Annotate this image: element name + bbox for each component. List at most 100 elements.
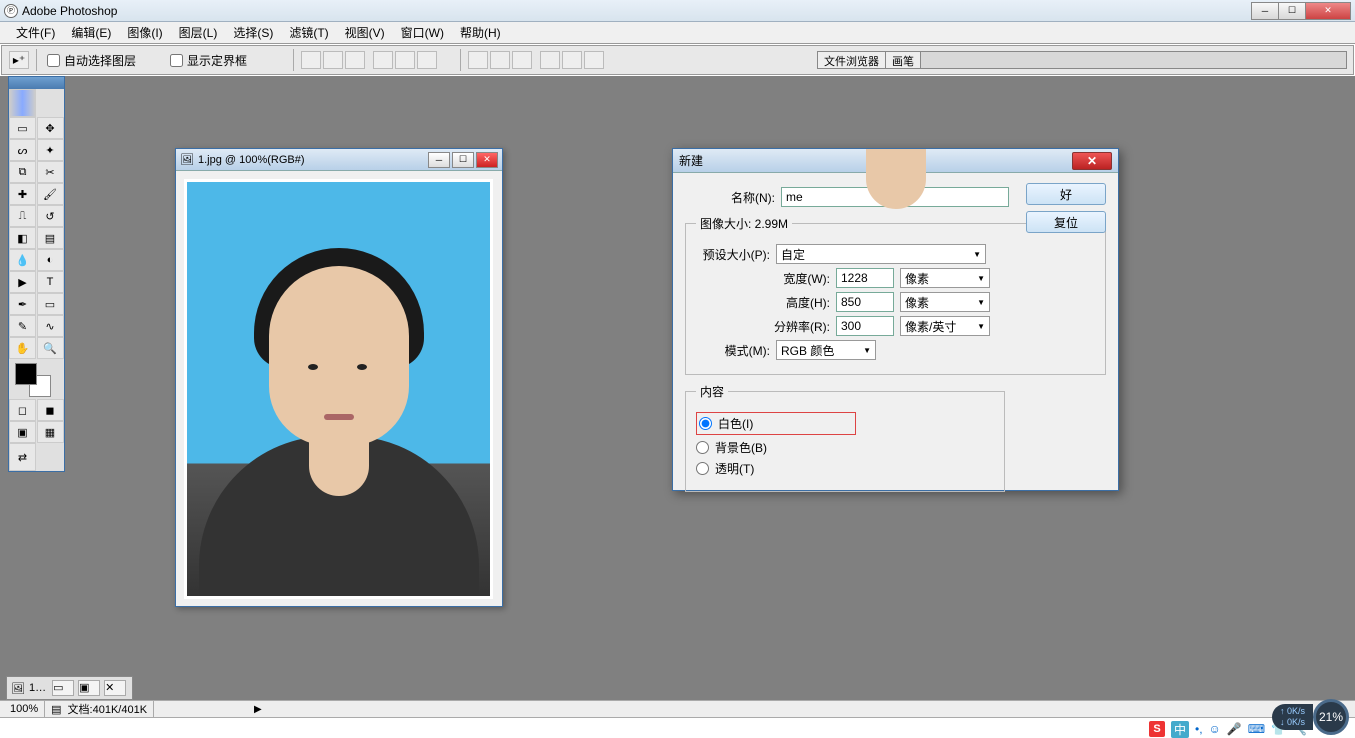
width-unit-select[interactable]: 像素▼ — [900, 268, 990, 288]
menu-help[interactable]: 帮助(H) — [452, 22, 509, 43]
screen-mode-icon[interactable]: ▣ — [9, 421, 36, 443]
doc-minimize-button[interactable]: ─ — [428, 152, 450, 168]
menu-layer[interactable]: 图层(L) — [171, 22, 226, 43]
auto-select-checkbox[interactable] — [47, 54, 60, 67]
tab-brushes[interactable]: 画笔 — [886, 52, 921, 68]
eraser-tool-icon[interactable]: ◧ — [9, 227, 36, 249]
distribute-icon[interactable] — [468, 51, 488, 69]
move-tool-icon[interactable]: ▸⁺ — [9, 51, 29, 69]
menu-edit[interactable]: 编辑(E) — [63, 22, 119, 43]
align-icon[interactable] — [345, 51, 365, 69]
tray-keyboard-icon[interactable]: ⌨ — [1248, 722, 1265, 736]
bg-white-radio[interactable] — [699, 417, 712, 430]
align-icon[interactable] — [417, 51, 437, 69]
dialog-close-button[interactable]: ✕ — [1072, 152, 1112, 170]
hand-tool-icon[interactable]: ✋ — [9, 337, 36, 359]
menu-window[interactable]: 窗口(W) — [393, 22, 452, 43]
height-input[interactable] — [836, 292, 894, 312]
distribute-icon[interactable] — [540, 51, 560, 69]
resolution-input[interactable] — [836, 316, 894, 336]
foreground-color-swatch[interactable] — [15, 363, 37, 385]
preset-select[interactable]: 自定▼ — [776, 244, 986, 264]
history-brush-icon[interactable]: ↺ — [37, 205, 64, 227]
distribute-icon[interactable] — [584, 51, 604, 69]
minimize-button[interactable]: ─ — [1251, 2, 1279, 20]
menu-select[interactable]: 选择(S) — [225, 22, 281, 43]
network-widget[interactable]: ↑ 0K/s ↓ 0K/s 21% — [1272, 700, 1349, 734]
doc-tab-btn[interactable]: ▭ — [52, 680, 74, 696]
ok-button[interactable]: 好 — [1026, 183, 1106, 205]
shape-tool-icon[interactable]: ▭ — [37, 293, 64, 315]
marquee-tool-icon[interactable]: ▭ — [9, 117, 36, 139]
document-canvas[interactable] — [176, 171, 502, 607]
screen-mode-icon[interactable]: ▦ — [37, 421, 64, 443]
distribute-icon[interactable] — [562, 51, 582, 69]
quickmask-icon[interactable]: ◻ — [9, 399, 36, 421]
zoom-level[interactable]: 100% — [4, 701, 45, 717]
dodge-tool-icon[interactable]: ◐ — [37, 249, 64, 271]
doc-tab-label[interactable]: 1… — [29, 682, 46, 694]
menu-file[interactable]: 文件(F) — [8, 22, 63, 43]
maximize-button[interactable]: ☐ — [1278, 2, 1306, 20]
doc-close-button[interactable]: ✕ — [476, 152, 498, 168]
tray-mic-icon[interactable]: 🎤 — [1227, 722, 1242, 736]
gradient-tool-icon[interactable]: ▤ — [37, 227, 64, 249]
heal-tool-icon[interactable]: ✚ — [9, 183, 36, 205]
mode-select[interactable]: RGB 颜色▼ — [776, 340, 876, 360]
jump-to-icon[interactable]: ⇄ — [9, 443, 36, 471]
brush-tool-icon[interactable]: 🖌 — [37, 183, 64, 205]
height-unit-select[interactable]: 像素▼ — [900, 292, 990, 312]
menu-filter[interactable]: 滤镜(T) — [281, 22, 336, 43]
distribute-icon[interactable] — [490, 51, 510, 69]
type-tool-icon[interactable]: T — [37, 271, 64, 293]
tab-file-browser[interactable]: 文件浏览器 — [818, 52, 886, 68]
doc-tab-btn[interactable]: ▣ — [78, 680, 100, 696]
header-image-icon — [9, 89, 36, 117]
tray-icon[interactable]: •, — [1195, 722, 1203, 736]
align-icon[interactable] — [373, 51, 393, 69]
align-icon[interactable] — [323, 51, 343, 69]
quickmask-on-icon[interactable]: ◼ — [37, 399, 64, 421]
ime-lang[interactable]: 中 — [1171, 721, 1189, 738]
close-button[interactable]: ✕ — [1305, 2, 1351, 20]
width-input[interactable] — [836, 268, 894, 288]
reset-button[interactable]: 复位 — [1026, 211, 1106, 233]
blur-tool-icon[interactable]: 💧 — [9, 249, 36, 271]
bg-bgcolor-row[interactable]: 背景色(B) — [696, 439, 994, 456]
sogou-ime-icon[interactable]: S — [1149, 721, 1165, 737]
cpu-percent[interactable]: 21% — [1313, 699, 1349, 735]
show-bounds-checkbox[interactable] — [170, 54, 183, 67]
doc-tab-btn[interactable]: ✕ — [104, 680, 126, 696]
play-icon[interactable]: ▶ — [254, 704, 262, 715]
doc-tab-icon[interactable]: 🖼 — [11, 682, 25, 695]
menu-view[interactable]: 视图(V) — [337, 22, 393, 43]
eyedropper-tool-icon[interactable]: ∿ — [37, 315, 64, 337]
bg-bgcolor-radio[interactable] — [696, 441, 709, 454]
align-icon[interactable] — [395, 51, 415, 69]
color-swatches[interactable] — [9, 359, 64, 399]
crop-tool-icon[interactable]: ⧉ — [9, 161, 36, 183]
move-tool-icon[interactable]: ✥ — [37, 117, 64, 139]
name-input[interactable] — [781, 187, 1009, 207]
bg-white-row[interactable]: 白色(I) — [696, 412, 856, 435]
zoom-tool-icon[interactable]: 🔍 — [37, 337, 64, 359]
distribute-icon[interactable] — [512, 51, 532, 69]
resolution-unit-select[interactable]: 像素/英寸▼ — [900, 316, 990, 336]
palette-grip[interactable] — [9, 77, 64, 89]
align-icon[interactable] — [301, 51, 321, 69]
document-titlebar[interactable]: 🖼 1.jpg @ 100%(RGB#) ─ ☐ ✕ — [176, 149, 502, 171]
slice-tool-icon[interactable]: ✂ — [37, 161, 64, 183]
menu-image[interactable]: 图像(I) — [119, 22, 170, 43]
doc-info: ▤ 文档:401K/401K — [45, 701, 154, 717]
pen-tool-icon[interactable]: ✒ — [9, 293, 36, 315]
tray-clock-icon[interactable]: ☺ — [1209, 722, 1221, 736]
lasso-tool-icon[interactable]: ᔕ — [9, 139, 36, 161]
doc-maximize-button[interactable]: ☐ — [452, 152, 474, 168]
bg-transparent-radio[interactable] — [696, 462, 709, 475]
wand-tool-icon[interactable]: ✦ — [37, 139, 64, 161]
notes-tool-icon[interactable]: ✎ — [9, 315, 36, 337]
chevron-down-icon: ▼ — [977, 298, 985, 307]
bg-transparent-row[interactable]: 透明(T) — [696, 460, 994, 477]
path-tool-icon[interactable]: ▶ — [9, 271, 36, 293]
stamp-tool-icon[interactable]: ⎍ — [9, 205, 36, 227]
